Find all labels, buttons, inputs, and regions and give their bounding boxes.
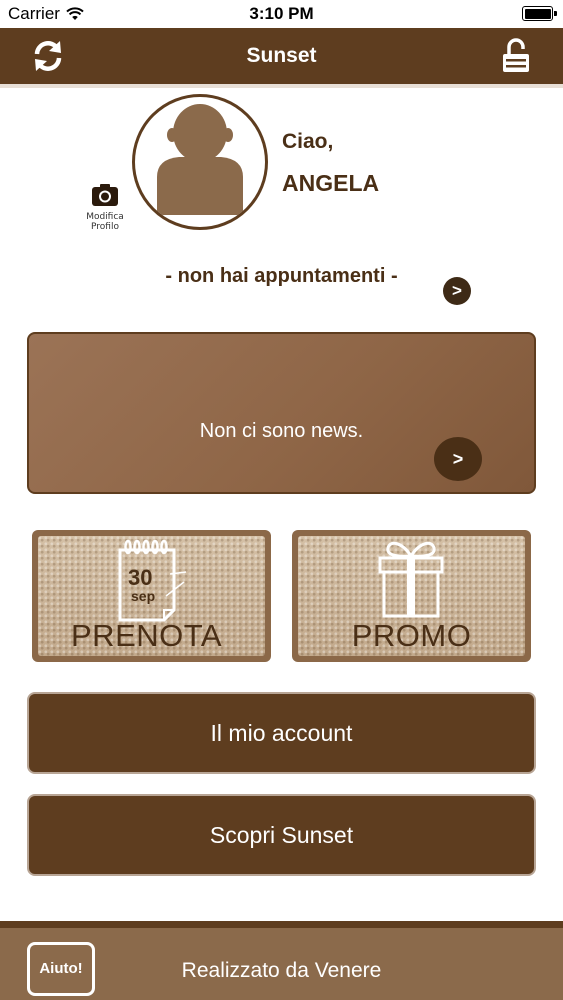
discover-sunset-button[interactable]: Scopri Sunset xyxy=(27,794,536,876)
promo-tile-face: PROMO xyxy=(298,536,525,656)
edit-profile-button[interactable]: Modifica Profilo xyxy=(82,183,128,232)
camera-icon xyxy=(92,184,118,206)
calendar-day: 30 xyxy=(128,565,152,590)
user-silhouette-icon xyxy=(157,104,243,215)
calendar-month: sep xyxy=(131,588,155,604)
promo-tile[interactable]: PROMO xyxy=(292,530,531,662)
status-bar: Carrier 3:10 PM xyxy=(0,0,563,28)
book-tile-face: 30 sep PRENOTA xyxy=(38,536,265,656)
footer: Aiuto! Realizzato da Venere xyxy=(0,921,563,1000)
user-name: ANGELA xyxy=(282,170,380,196)
greeting-text: Ciao, xyxy=(282,130,334,153)
footer-credit: Realizzato da Venere xyxy=(181,959,382,982)
promo-tile-label: PROMO xyxy=(351,618,472,653)
nav-divider xyxy=(0,84,563,88)
lock-icon[interactable] xyxy=(501,38,531,74)
my-account-button[interactable]: Il mio account xyxy=(27,692,536,774)
nav-bar: Sunset xyxy=(0,28,563,84)
battery-icon xyxy=(522,6,557,21)
clock: 3:10 PM xyxy=(249,4,314,23)
page-title: Sunset xyxy=(246,44,317,67)
avatar[interactable] xyxy=(132,94,268,230)
book-tile[interactable]: 30 sep PRENOTA xyxy=(32,530,271,662)
news-arrow-button[interactable]: > xyxy=(434,437,482,481)
edit-profile-label-line2: Profilo xyxy=(91,222,119,232)
news-panel[interactable]: Non ci sono news. > xyxy=(27,332,536,494)
gift-icon xyxy=(378,541,444,618)
appointments-arrow-button[interactable]: > xyxy=(443,277,471,305)
edit-profile-label-line1: Modifica xyxy=(86,212,124,222)
calendar-icon: 30 sep xyxy=(118,539,187,622)
appointments-status: - non hai appuntamenti - xyxy=(165,265,398,287)
book-tile-label: PRENOTA xyxy=(71,618,223,653)
